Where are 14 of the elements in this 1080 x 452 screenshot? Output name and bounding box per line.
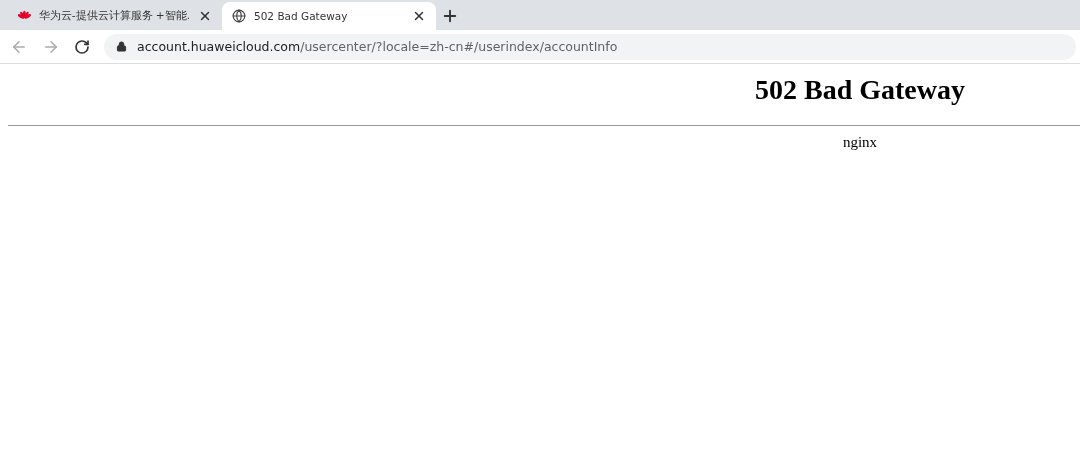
tab-title: 502 Bad Gateway — [254, 10, 349, 22]
url-path: /usercenter/?locale=zh-cn#/userindex/accountInfo — [300, 39, 618, 54]
browser-tab[interactable]: 502 Bad Gateway — [222, 2, 436, 30]
lock-icon — [116, 41, 127, 52]
close-icon[interactable] — [412, 9, 426, 23]
tab-title: 华为云-提供云计算服务 +智能. — [38, 9, 190, 23]
server-name: nginx — [841, 134, 879, 151]
reload-icon[interactable] — [74, 38, 90, 55]
close-icon[interactable] — [198, 9, 212, 23]
globe-icon — [232, 9, 246, 23]
page-heading: 502 Bad Gateway — [754, 74, 966, 106]
address-bar[interactable]: account.huaweicloud.com/usercenter/?locale=zh-cn#/userindex/accountInfo — [104, 33, 1076, 60]
url-host: account.huaweicloud.com — [137, 39, 301, 54]
browser-tab[interactable]: 华为云-提供云计算服务 +智能. — [8, 2, 222, 30]
